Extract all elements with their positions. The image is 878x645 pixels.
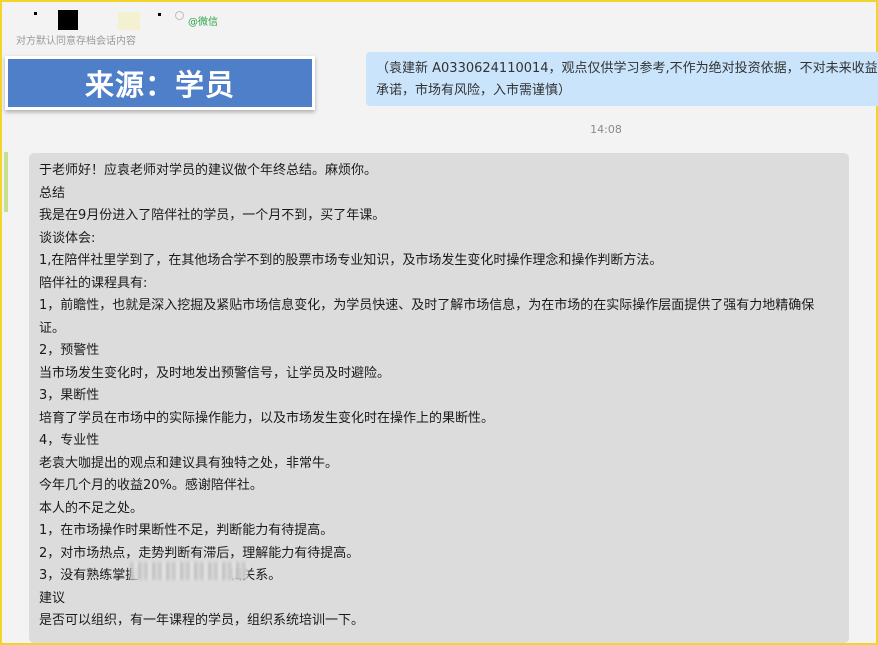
message-line: 本人的不足之处。 — [39, 500, 144, 516]
message-line: 当市场发生变化时，及时地发出预警信号，让学员及时避险。 — [39, 365, 391, 381]
blurred-redaction — [130, 562, 248, 580]
message-line: 1，在市场操作时果断性不足，判断能力有待提高。 — [39, 523, 334, 538]
separator-dot — [158, 13, 161, 16]
message-line: 3，果断性 — [39, 388, 100, 403]
message-line: 总结 — [39, 185, 66, 201]
avatar-secondary — [118, 12, 140, 30]
status-ring-icon — [175, 11, 184, 20]
message-line: 建议 — [39, 590, 66, 606]
message-line: 我是在9月份进入了陪伴社的学员，一个月不到，买了年课。 — [39, 208, 386, 223]
message-line: 4，专业性 — [39, 433, 100, 448]
sent-message-bubble[interactable]: （袁建新 A0330624110014，观点仅供学习参考,不作为绝对投资依据，不… — [366, 52, 878, 106]
message-line: 老袁大咖提出的观点和建议具有独特之处，非常牛。 — [39, 455, 339, 471]
selection-accent — [4, 152, 8, 212]
archive-consent-notice: 对方默认同意存档会话内容 — [16, 36, 136, 47]
message-line: 谈谈体会: — [39, 230, 96, 246]
message-line: 1，前瞻性，也就是深入挖掘及紧贴市场信息变化，为学员快速、及时了解市场信息，为在… — [39, 298, 815, 336]
message-line: 1,在陪伴社里学到了，在其他场合学不到的股票市场专业知识，及市场发生变化时操作理… — [39, 253, 663, 268]
message-line: 是否可以组织，有一年课程的学员，组织系统培训一下。 — [39, 613, 365, 628]
avatar[interactable] — [58, 10, 78, 30]
message-line: 2，预警性 — [39, 343, 100, 358]
source-badge: 来源：学员 — [5, 56, 315, 110]
message-line: 培育了学员在市场中的实际操作能力，以及市场发生变化时在操作上的果断性。 — [39, 410, 495, 426]
message-line: 陪伴社的课程具有: — [39, 275, 148, 291]
message-line: 于老师好！应袁老师对学员的建议做个年终总结。麻烦你。 — [39, 163, 378, 178]
message-line: 今年几个月的收益20%。感谢陪伴社。 — [39, 478, 263, 493]
message-timestamp: 14:08 — [590, 123, 622, 136]
chat-window: @微信 对方默认同意存档会话内容 来源：学员 （袁建新 A03306241100… — [0, 0, 878, 645]
contact-name-redacted — [34, 12, 37, 15]
wechat-tag: @微信 — [188, 17, 218, 28]
